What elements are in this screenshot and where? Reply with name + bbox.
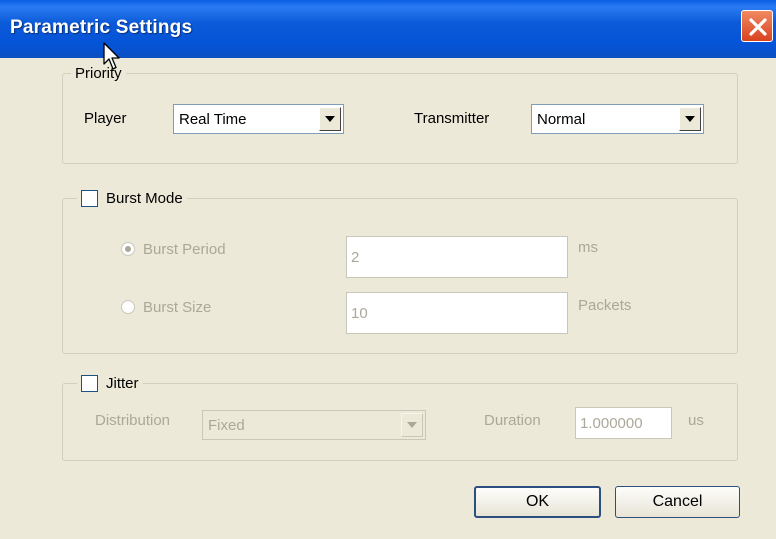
radio-unselected-icon: [121, 300, 135, 314]
player-label: Player: [84, 110, 127, 127]
jitter-checkbox[interactable]: [81, 374, 98, 392]
duration-input[interactable]: 1.000000: [575, 407, 672, 439]
burst-size-radio[interactable]: Burst Size: [121, 299, 211, 316]
burst-size-unit: Packets: [578, 297, 632, 314]
distribution-value: Fixed: [208, 416, 245, 434]
close-icon: [749, 18, 767, 36]
transmitter-priority-value: Normal: [537, 110, 586, 128]
transmitter-priority-select[interactable]: Normal: [531, 104, 704, 134]
burst-period-input[interactable]: 2: [346, 236, 568, 278]
jitter-label: Jitter: [106, 374, 139, 392]
radio-selected-icon: [121, 242, 135, 256]
close-button[interactable]: [741, 10, 773, 42]
chevron-down-icon: [325, 116, 335, 122]
burst-period-label: Burst Period: [143, 241, 226, 258]
burst-size-input[interactable]: 10: [346, 292, 568, 334]
burst-mode-checkbox[interactable]: [81, 189, 98, 207]
transmitter-label: Transmitter: [414, 110, 490, 127]
duration-label: Duration: [484, 412, 541, 429]
player-dropdown-button[interactable]: [319, 107, 341, 131]
player-priority-select[interactable]: Real Time: [173, 104, 344, 134]
duration-unit: us: [688, 412, 704, 429]
window-title: Parametric Settings: [10, 17, 193, 38]
transmitter-dropdown-button[interactable]: [679, 107, 701, 131]
distribution-dropdown-button[interactable]: [401, 413, 423, 437]
cancel-button[interactable]: Cancel: [615, 486, 740, 518]
distribution-label: Distribution: [95, 412, 171, 429]
chevron-down-icon: [685, 116, 695, 122]
chevron-down-icon: [407, 422, 417, 428]
mouse-pointer-icon: [103, 42, 120, 70]
burst-mode-label: Burst Mode: [106, 189, 183, 207]
parametric-settings-dialog: Parametric Settings Priority Player Real…: [0, 0, 776, 539]
ok-button[interactable]: OK: [474, 486, 601, 518]
player-priority-value: Real Time: [179, 110, 247, 128]
burst-period-unit: ms: [578, 239, 598, 256]
burst-size-label: Burst Size: [143, 299, 212, 316]
burst-period-radio[interactable]: Burst Period: [121, 241, 226, 258]
distribution-select[interactable]: Fixed: [202, 410, 426, 440]
